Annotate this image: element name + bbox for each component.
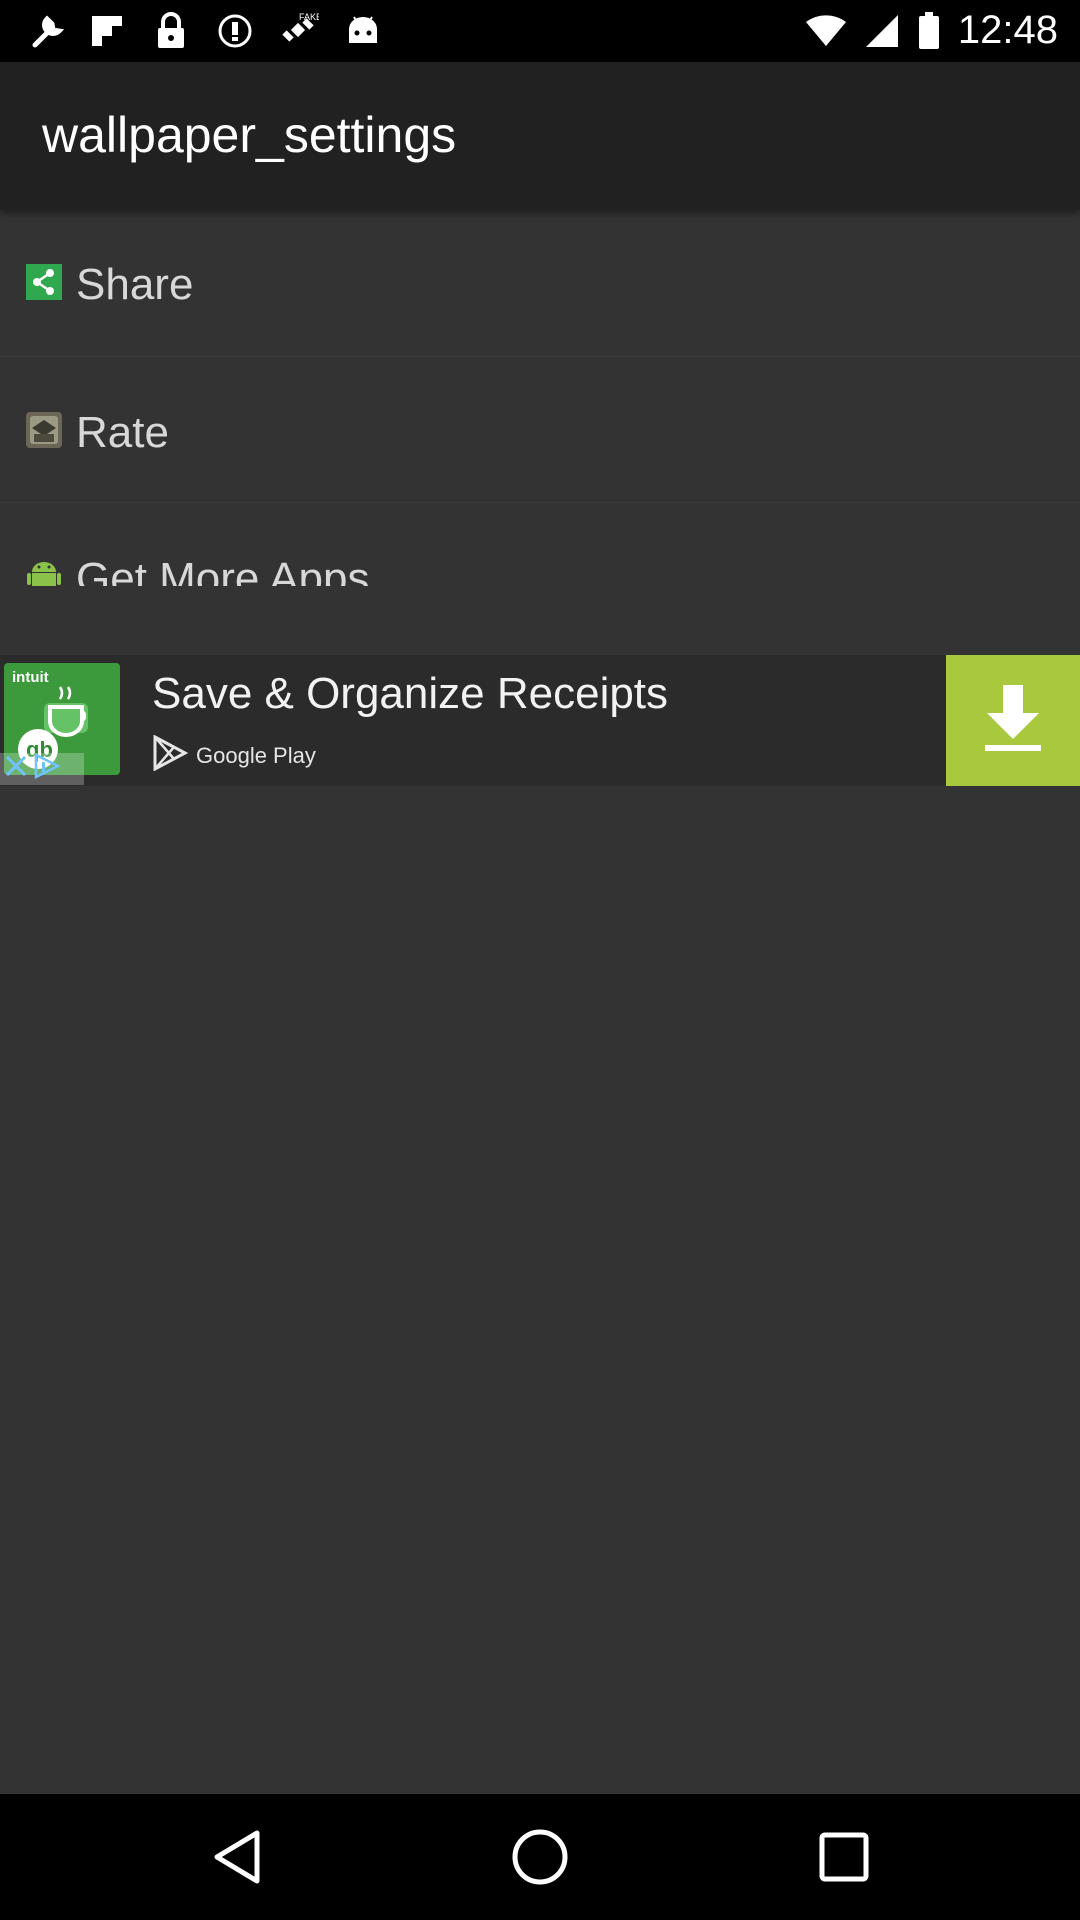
app-bar: wallpaper_settings [0,62,1080,210]
status-time: 12:48 [957,8,1058,52]
android-icon [26,558,62,586]
wrench-icon [26,11,68,51]
menu-item-share[interactable]: Share [0,210,1080,357]
flipboard-icon [86,11,128,51]
ad-store-badge[interactable]: Google Play [152,734,316,777]
ad-choices[interactable] [0,752,84,785]
download-icon [983,683,1043,758]
menu-item-label: Share [76,260,194,309]
lock-icon [150,11,192,51]
page-title: wallpaper_settings [42,107,457,163]
menu-item-get-more-apps[interactable]: Get More Apps [0,502,1080,586]
share-icon [26,264,62,300]
home-icon[interactable] [505,1822,575,1892]
fake-label: FAKE [299,12,319,22]
screen: FAKE 12:48 wallpaper_settings Share [0,0,1080,1920]
menu-item-label: Rate [76,408,169,457]
signal-icon [864,13,900,54]
close-icon[interactable] [4,754,28,784]
recents-icon[interactable] [809,1822,879,1892]
info-icon [214,11,256,51]
ad-choices-icon[interactable] [32,752,62,785]
nav-bar [0,1794,1080,1920]
ad-download-button[interactable] [946,655,1080,786]
android-icon [342,11,384,51]
satellite-icon: FAKE [278,11,320,51]
battery-icon [918,12,940,55]
status-bar: FAKE 12:48 [0,0,1080,62]
rate-icon [26,412,62,448]
wifi-icon [806,14,846,53]
ad-store-label: Google Play [196,743,316,768]
google-play-icon [152,734,189,777]
back-icon[interactable] [202,1822,272,1892]
menu-item-rate[interactable]: Rate [0,356,1080,503]
menu-item-label: Get More Apps [76,554,370,586]
ad-headline[interactable]: Save & Organize Receipts [152,669,668,719]
ad-banner[interactable]: intuit qb Save & Organize Receipts Googl… [0,655,1080,786]
